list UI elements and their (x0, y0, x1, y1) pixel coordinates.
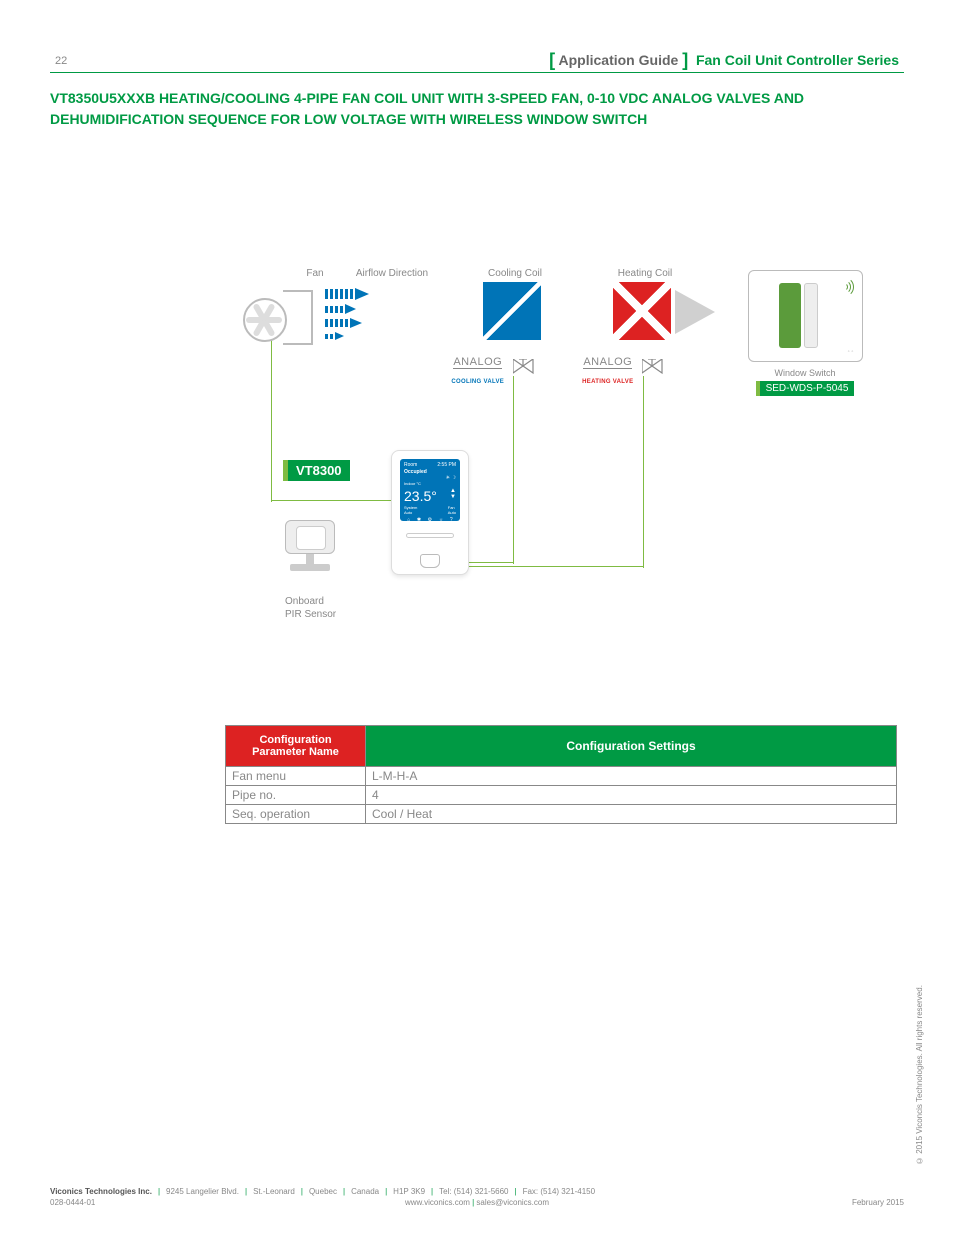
system-diagram: Fan Airflow Direction Cooling Coil Heati… (225, 250, 905, 680)
output-arrow-icon (675, 290, 715, 334)
th-param-name: Configuration Parameter Name (226, 726, 366, 767)
footer-date: February 2015 (852, 1198, 904, 1207)
heating-valve: ANALOG HEATING VALVE (573, 352, 673, 388)
wire (465, 566, 643, 567)
footer-tel: Tel: (514) 321-5660 (439, 1187, 508, 1196)
valve-icon (642, 359, 664, 382)
heating-coil-icon (613, 282, 671, 340)
cooling-coil-icon (483, 282, 541, 340)
configuration-table: Configuration Parameter Name Configurati… (225, 725, 897, 824)
valve-analog-label: ANALOG (453, 356, 502, 369)
series-label: Fan Coil Unit Controller Series (696, 52, 899, 68)
heating-valve-sublabel: HEATING VALVE (582, 379, 633, 385)
footer-web: www.viconics.com (405, 1198, 470, 1207)
wireless-icon (834, 277, 854, 297)
footer-province: Quebec (309, 1187, 337, 1196)
fan-icon (243, 290, 303, 340)
airflow-label: Airflow Direction (347, 268, 437, 279)
cooling-valve-sublabel: COOLING VALVE (451, 379, 504, 385)
footer-doc-number: 028-0444-01 (50, 1198, 95, 1207)
table-row: Fan menuL-M-H-A (226, 767, 897, 786)
table-row: Seq. operationCool / Heat (226, 805, 897, 824)
bracket-close-icon: ] (682, 50, 688, 70)
valve-icon (513, 359, 535, 382)
thermo-temp: 23.5° (404, 488, 437, 504)
footer-fax: Fax: (514) 321-4150 (523, 1187, 596, 1196)
thermo-time: 2:55 PM (437, 462, 456, 468)
controller-badge: VT8300 (283, 460, 350, 481)
thermostat-icon: Room2:55 PM Occupied ☀ ☽ Indoor °C 23.5°… (391, 450, 469, 575)
footer-company: Viconics Technologies Inc. (50, 1187, 152, 1196)
window-switch-label: Window Switch (740, 368, 870, 378)
footer-country: Canada (351, 1187, 379, 1196)
footer-postal: H1P 3K9 (393, 1187, 425, 1196)
footer-email: sales@viconics.com (476, 1198, 549, 1207)
wire (271, 500, 395, 501)
cooling-valve: ANALOG COOLING VALVE (443, 352, 543, 388)
wire (513, 376, 514, 564)
heating-coil-label: Heating Coil (605, 268, 685, 279)
th-settings: Configuration Settings (366, 726, 897, 767)
pir-sensor-icon (285, 520, 335, 575)
bracket-open-icon: [ (549, 50, 555, 70)
valve-analog-label: ANALOG (583, 356, 632, 369)
table-row: Pipe no.4 (226, 786, 897, 805)
page-number: 22 (55, 55, 67, 67)
footer: Viconics Technologies Inc. | 9245 Langel… (50, 1187, 904, 1207)
header-rule (50, 72, 904, 73)
wire (465, 562, 513, 563)
footer-address: 9245 Langelier Blvd. (166, 1187, 239, 1196)
wire (271, 314, 272, 502)
fan-label: Fan (295, 268, 335, 279)
airflow-arrows-icon (325, 288, 369, 344)
guide-label: Application Guide (559, 52, 679, 68)
wire (643, 376, 644, 568)
copyright-text: © 2015 Viconcis Technologies. All rights… (915, 885, 924, 1165)
onboard-pir-label: OnboardPIR Sensor (285, 595, 336, 621)
window-switch-model-badge: SED-WDS-P-5045 (756, 381, 855, 396)
footer-city: St.-Leonard (253, 1187, 295, 1196)
cooling-coil-label: Cooling Coil (475, 268, 555, 279)
thermo-room: Room (404, 462, 417, 468)
header-bar: [ Application Guide ] Fan Coil Unit Cont… (549, 50, 899, 71)
window-switch: ◦ ◦ Window Switch SED-WDS-P-5045 (740, 270, 870, 396)
page-title: VT8350U5XXXB HEATING/COOLING 4-PIPE FAN … (50, 88, 904, 130)
